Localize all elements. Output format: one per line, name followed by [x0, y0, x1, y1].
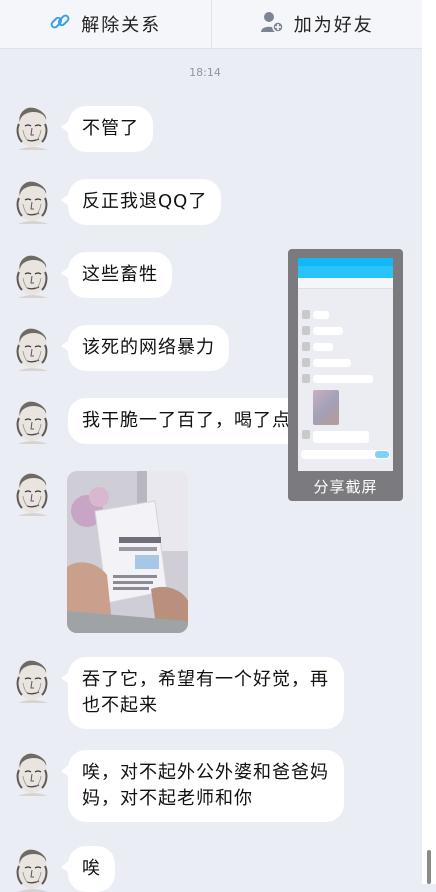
message-timestamp: 18:14 — [189, 66, 221, 79]
message-bubble[interactable]: 不管了 — [61, 106, 153, 152]
avatar[interactable] — [14, 398, 54, 444]
avatar[interactable] — [14, 252, 54, 298]
add-user-icon — [260, 11, 284, 38]
avatar[interactable] — [14, 657, 54, 703]
avatar[interactable] — [14, 104, 54, 150]
avatar[interactable] — [14, 178, 54, 224]
link-icon — [49, 11, 71, 38]
message-bubble[interactable]: 唉，对不起外公外婆和爸爸妈妈，对不起老师和你 — [61, 750, 344, 822]
scrollbar-track[interactable] — [422, 0, 436, 884]
message-bubble[interactable]: 唉 — [61, 846, 115, 892]
avatar[interactable] — [14, 470, 54, 516]
add-friend-label: 加为好友 — [293, 15, 374, 36]
message-bubble[interactable]: 反正我退QQ了 — [60, 179, 222, 225]
share-screenshot-card[interactable]: 分享截屏 — [288, 249, 403, 501]
scrollbar-thumb[interactable] — [427, 850, 431, 884]
photo-message[interactable] — [67, 471, 188, 633]
avatar[interactable] — [14, 846, 54, 892]
unbind-relationship-button[interactable]: 解除关系 — [0, 0, 211, 48]
add-friend-button[interactable]: 加为好友 — [212, 0, 423, 48]
message-bubble[interactable]: 这些畜牲 — [61, 252, 172, 298]
top-action-bar: 解除关系 加为好友 — [0, 0, 422, 49]
avatar[interactable] — [14, 325, 54, 371]
message-bubble[interactable]: 我干脆一了百了，喝了点 — [68, 398, 302, 444]
screenshot-thumbnail[interactable] — [298, 258, 393, 471]
unbind-relationship-label: 解除关系 — [81, 15, 162, 36]
message-bubble[interactable]: 吞了它，希望有一个好觉，再也不起来 — [61, 657, 344, 729]
avatar[interactable] — [14, 750, 54, 796]
message-bubble[interactable]: 该死的网络暴力 — [61, 325, 229, 371]
share-screenshot-label[interactable]: 分享截屏 — [288, 471, 403, 501]
